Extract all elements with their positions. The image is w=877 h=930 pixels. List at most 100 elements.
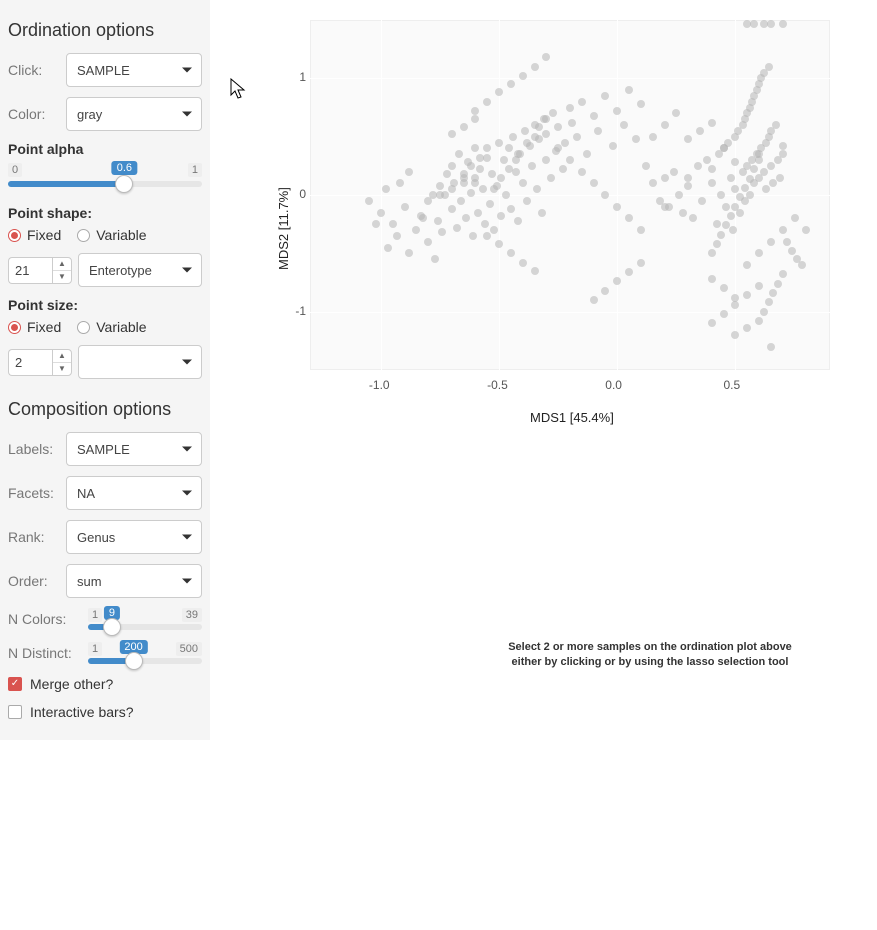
data-point[interactable]	[694, 162, 702, 170]
data-point[interactable]	[448, 185, 456, 193]
data-point[interactable]	[746, 175, 754, 183]
data-point[interactable]	[561, 139, 569, 147]
data-point[interactable]	[519, 259, 527, 267]
size-fixed-input[interactable]: ▲ ▼	[8, 349, 72, 376]
data-point[interactable]	[779, 20, 787, 28]
data-point[interactable]	[460, 179, 468, 187]
data-point[interactable]	[637, 226, 645, 234]
data-point[interactable]	[497, 174, 505, 182]
data-point[interactable]	[679, 209, 687, 217]
data-point[interactable]	[776, 174, 784, 182]
data-point[interactable]	[436, 182, 444, 190]
data-point[interactable]	[767, 238, 775, 246]
click-dropdown[interactable]: SAMPLE	[66, 53, 202, 87]
data-point[interactable]	[460, 170, 468, 178]
data-point[interactable]	[521, 127, 529, 135]
data-point[interactable]	[474, 209, 482, 217]
data-point[interactable]	[531, 267, 539, 275]
data-point[interactable]	[590, 296, 598, 304]
labels-dropdown[interactable]: SAMPLE	[66, 432, 202, 466]
shape-fixed-radio[interactable]: Fixed	[8, 227, 61, 243]
data-point[interactable]	[547, 174, 555, 182]
merge-checkbox[interactable]: ✓	[8, 677, 22, 691]
data-point[interactable]	[377, 209, 385, 217]
data-point[interactable]	[637, 100, 645, 108]
ndistinct-slider[interactable]: 1 500 200	[88, 642, 202, 664]
data-point[interactable]	[590, 179, 598, 187]
data-point[interactable]	[568, 119, 576, 127]
data-point[interactable]	[566, 104, 574, 112]
data-point[interactable]	[467, 162, 475, 170]
data-point[interactable]	[434, 217, 442, 225]
data-point[interactable]	[613, 203, 621, 211]
data-point[interactable]	[519, 72, 527, 80]
data-point[interactable]	[675, 191, 683, 199]
data-point[interactable]	[720, 284, 728, 292]
data-point[interactable]	[708, 275, 716, 283]
data-point[interactable]	[384, 244, 392, 252]
data-point[interactable]	[670, 168, 678, 176]
data-point[interactable]	[514, 217, 522, 225]
size-number-input[interactable]	[8, 349, 52, 376]
ncolors-slider[interactable]: 1 39 9	[88, 608, 202, 630]
shape-fixed-input[interactable]: ▲ ▼	[8, 257, 72, 284]
data-point[interactable]	[713, 220, 721, 228]
data-point[interactable]	[722, 203, 730, 211]
data-point[interactable]	[767, 162, 775, 170]
data-point[interactable]	[507, 205, 515, 213]
data-point[interactable]	[566, 156, 574, 164]
data-point[interactable]	[495, 139, 503, 147]
data-point[interactable]	[760, 168, 768, 176]
shape-number-input[interactable]	[8, 257, 52, 284]
data-point[interactable]	[483, 154, 491, 162]
data-point[interactable]	[661, 203, 669, 211]
step-up-icon[interactable]: ▲	[53, 258, 71, 271]
data-point[interactable]	[448, 162, 456, 170]
data-point[interactable]	[720, 310, 728, 318]
data-point[interactable]	[512, 168, 520, 176]
data-point[interactable]	[727, 174, 735, 182]
shape-variable-radio[interactable]: Variable	[77, 227, 146, 243]
size-variable-radio[interactable]: Variable	[77, 319, 146, 335]
data-point[interactable]	[684, 182, 692, 190]
data-point[interactable]	[528, 162, 536, 170]
shape-variable-dropdown[interactable]: Enterotype	[78, 253, 202, 287]
data-point[interactable]	[389, 220, 397, 228]
data-point[interactable]	[471, 174, 479, 182]
data-point[interactable]	[696, 127, 704, 135]
step-up-icon[interactable]: ▲	[53, 350, 71, 363]
color-dropdown[interactable]: gray	[66, 97, 202, 131]
data-point[interactable]	[720, 144, 728, 152]
data-point[interactable]	[708, 119, 716, 127]
ordination-plot[interactable]: MDS2 [11.7%] MDS1 [45.4%] -1.0-0.50.00.5…	[230, 10, 850, 440]
interactive-checkbox[interactable]: ✓	[8, 705, 22, 719]
data-point[interactable]	[661, 174, 669, 182]
facets-dropdown[interactable]: NA	[66, 476, 202, 510]
data-point[interactable]	[573, 133, 581, 141]
data-point[interactable]	[401, 203, 409, 211]
data-point[interactable]	[424, 238, 432, 246]
rank-dropdown[interactable]: Genus	[66, 520, 202, 554]
data-point[interactable]	[791, 214, 799, 222]
data-point[interactable]	[642, 162, 650, 170]
data-point[interactable]	[488, 170, 496, 178]
data-point[interactable]	[382, 185, 390, 193]
data-point[interactable]	[538, 209, 546, 217]
data-point[interactable]	[779, 150, 787, 158]
data-point[interactable]	[779, 142, 787, 150]
data-point[interactable]	[713, 240, 721, 248]
data-point[interactable]	[505, 165, 513, 173]
data-point[interactable]	[479, 185, 487, 193]
data-point[interactable]	[500, 156, 508, 164]
alpha-slider[interactable]: 0 1 0.6	[8, 163, 202, 187]
data-point[interactable]	[767, 343, 775, 351]
data-point[interactable]	[609, 142, 617, 150]
data-point[interactable]	[760, 308, 768, 316]
data-point[interactable]	[531, 63, 539, 71]
data-point[interactable]	[453, 224, 461, 232]
data-point[interactable]	[765, 63, 773, 71]
data-point[interactable]	[460, 123, 468, 131]
data-point[interactable]	[469, 232, 477, 240]
data-point[interactable]	[486, 200, 494, 208]
data-point[interactable]	[717, 231, 725, 239]
